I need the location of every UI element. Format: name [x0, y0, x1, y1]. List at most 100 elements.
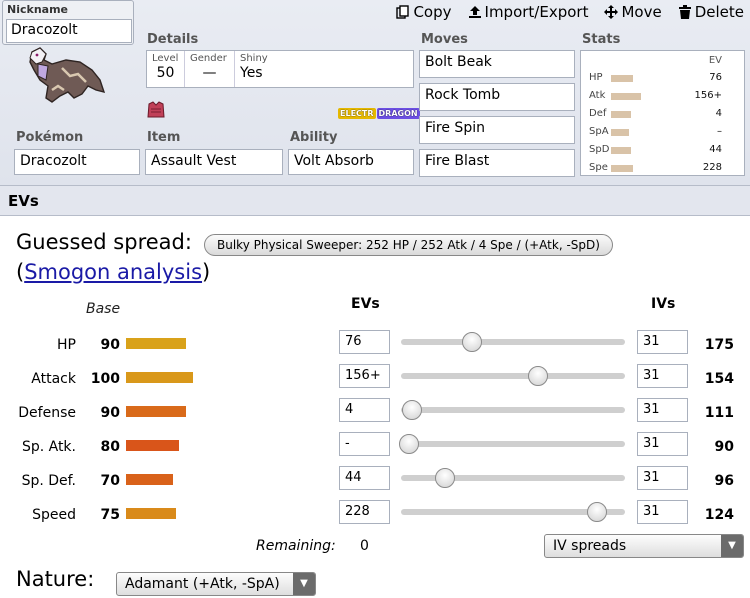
base-stat-value: 90 [100, 337, 120, 353]
stat-total: 154 [704, 371, 734, 387]
base-stat-bar [126, 372, 193, 383]
ev-input[interactable]: - [339, 432, 390, 456]
ev-slider-thumb[interactable] [587, 502, 608, 522]
ev-input[interactable]: 156+ [339, 364, 390, 388]
chevron-down-icon: ▼ [721, 535, 743, 557]
iv-input[interactable]: 31 [637, 398, 688, 422]
delete-label: Delete [694, 3, 744, 21]
base-stat-value: 80 [100, 439, 120, 455]
import-export-button[interactable]: Import/Export [468, 3, 588, 21]
stats-row-name: Spe [589, 162, 608, 173]
level-value: 50 [156, 65, 175, 81]
nature-label: Nature: [16, 567, 95, 591]
smogon-analysis-link[interactable]: Smogon analysis [24, 260, 202, 284]
delete-button[interactable]: Delete [678, 3, 744, 21]
ev-row-sp-def: Sp. Def. 70 44 31 96 [0, 465, 750, 499]
nature-value: Adamant (+Atk, -SpA) [125, 576, 280, 592]
copy-button[interactable]: Copy [396, 3, 452, 21]
pokemon-label: Pokémon [16, 130, 84, 145]
nature-select[interactable]: Adamant (+Atk, -SpA) ▼ [116, 572, 316, 596]
stats-row-bar [611, 129, 629, 136]
stats-row-def: Def 4 [581, 107, 744, 123]
stats-label: Stats [582, 32, 621, 47]
ability-input[interactable]: Volt Absorb [288, 149, 414, 175]
iv-input[interactable]: 31 [637, 432, 688, 456]
shiny-col: Shiny Yes [235, 51, 413, 87]
ev-slider[interactable] [401, 332, 625, 352]
base-stat-value: 100 [90, 371, 120, 387]
stats-row-name: Atk [589, 90, 606, 101]
iv-input[interactable]: 31 [637, 330, 688, 354]
ev-slider-thumb[interactable] [527, 366, 548, 386]
ev-slider-thumb[interactable] [461, 332, 482, 352]
stat-name: Speed [32, 507, 76, 523]
upload-icon [468, 6, 481, 18]
ev-slider[interactable] [401, 366, 625, 386]
move-4-input[interactable]: Fire Blast [419, 149, 575, 177]
stats-row-bar [611, 111, 631, 118]
ev-input[interactable]: 4 [339, 398, 390, 422]
base-stat-bar [126, 440, 179, 451]
pokemon-input[interactable]: Dracozolt [14, 149, 140, 175]
stats-row-bar [611, 93, 641, 100]
base-stat-value: 75 [100, 507, 120, 523]
assault-vest-icon [147, 101, 165, 118]
remaining-value: 0 [360, 538, 369, 554]
stat-name: HP [57, 337, 76, 353]
ev-slider[interactable] [399, 434, 625, 454]
guessed-spread-button[interactable]: Bulky Physical Sweeper: 252 HP / 252 Atk… [204, 234, 613, 256]
copy-label: Copy [413, 3, 452, 21]
item-input[interactable]: Assault Vest [145, 149, 283, 175]
ev-input[interactable]: 228 [339, 500, 390, 524]
ev-row-hp: HP 90 76 31 175 [0, 329, 750, 363]
iv-spreads-select[interactable]: IV spreads ▼ [544, 534, 744, 558]
move-button[interactable]: Move [604, 3, 662, 21]
ev-slider-thumb[interactable] [399, 434, 419, 454]
move-2-input[interactable]: Rock Tomb [419, 83, 575, 111]
iv-input[interactable]: 31 [637, 466, 688, 490]
details-button[interactable]: Level 50 Gender — Shiny Yes [146, 50, 414, 88]
smogon-line: (Smogon analysis) [16, 260, 210, 284]
stats-row-name: Def [589, 108, 607, 119]
ev-slider-thumb[interactable] [402, 400, 423, 420]
base-column-header: Base [86, 301, 121, 317]
gender-label: Gender [190, 53, 227, 64]
stat-name: Attack [31, 371, 76, 387]
type-badges: ELECTR DRAGON [338, 108, 420, 119]
base-stat-bar [126, 508, 176, 519]
stats-row-bar [611, 75, 633, 82]
ev-input[interactable]: 76 [339, 330, 390, 354]
stats-row-name: HP [589, 72, 603, 83]
iv-spreads-value: IV spreads [553, 538, 627, 554]
smogon-close-paren: ) [202, 260, 211, 284]
stats-row-ev: – [717, 126, 722, 137]
base-stat-value: 90 [100, 405, 120, 421]
move-3-input[interactable]: Fire Spin [419, 116, 575, 144]
base-stat-bar [126, 406, 186, 417]
ev-slider[interactable] [401, 400, 625, 420]
nickname-label: Nickname [7, 3, 68, 16]
gender-col: Gender — [185, 51, 235, 87]
stats-row-spe: Spe 228 [581, 161, 744, 177]
iv-input[interactable]: 31 [637, 364, 688, 388]
nickname-group: Nickname Dracozolt [2, 0, 134, 45]
ev-slider-thumb[interactable] [435, 468, 456, 488]
base-stat-value: 70 [100, 473, 120, 489]
move-1-input[interactable]: Bolt Beak [419, 50, 575, 78]
pokemon-sprite[interactable] [22, 46, 108, 106]
shiny-value: Yes [240, 65, 263, 81]
stat-total: 111 [704, 405, 734, 421]
move-arrows-icon [604, 5, 619, 19]
iv-input[interactable]: 31 [637, 500, 688, 524]
stats-row-ev: 44 [709, 144, 722, 155]
ev-slider[interactable] [401, 502, 625, 522]
trash-icon [678, 5, 691, 19]
stats-button[interactable]: EV HP 76 Atk 156+ Def 4 SpA – SpD 44 Spe 228 [580, 50, 745, 176]
nickname-input[interactable]: Dracozolt [6, 19, 132, 43]
base-stat-bar [126, 338, 186, 349]
type-badge-dragon: DRAGON [376, 108, 420, 119]
gender-value: — [202, 65, 217, 81]
level-col: Level 50 [147, 51, 185, 87]
ev-slider[interactable] [401, 468, 625, 488]
ev-input[interactable]: 44 [339, 466, 390, 490]
